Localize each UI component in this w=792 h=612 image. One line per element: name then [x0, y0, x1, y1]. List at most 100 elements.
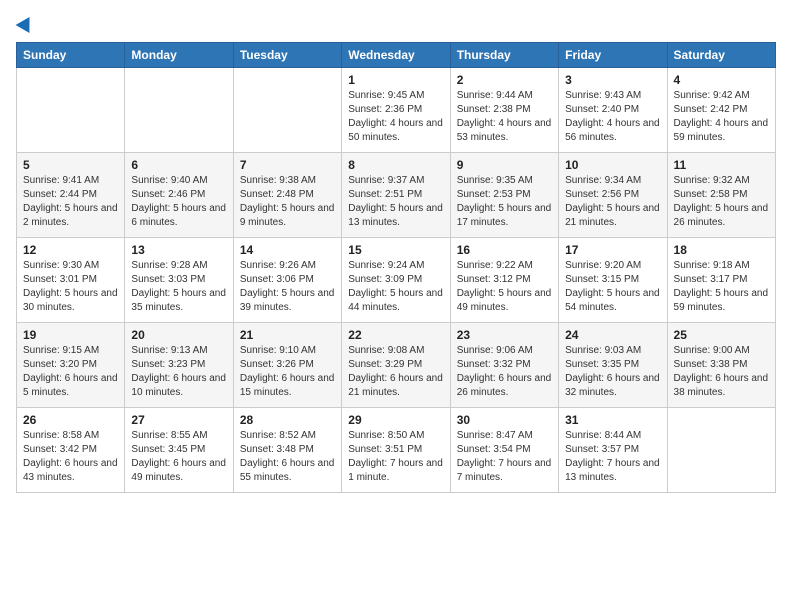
calendar-cell: 16 Sunrise: 9:22 AM Sunset: 3:12 PM Dayli… — [450, 238, 558, 323]
day-number: 2 — [457, 73, 552, 87]
day-info: Sunrise: 9:28 AM Sunset: 3:03 PM Dayligh… — [131, 259, 226, 315]
calendar-week-row: 12 Sunrise: 9:30 AM Sunset: 3:01 PM Dayli… — [17, 238, 776, 323]
day-info: Sunrise: 9:24 AM Sunset: 3:09 PM Dayligh… — [348, 259, 443, 315]
calendar-cell: 5 Sunrise: 9:41 AM Sunset: 2:44 PM Daylig… — [17, 153, 125, 238]
calendar-cell: 28 Sunrise: 8:52 AM Sunset: 3:48 PM Dayli… — [233, 408, 341, 493]
weekday-header-thursday: Thursday — [450, 43, 558, 68]
day-info: Sunrise: 9:20 AM Sunset: 3:15 PM Dayligh… — [565, 259, 660, 315]
day-info: Sunrise: 8:47 AM Sunset: 3:54 PM Dayligh… — [457, 429, 552, 485]
calendar-cell: 22 Sunrise: 9:08 AM Sunset: 3:29 PM Dayli… — [342, 323, 450, 408]
calendar-cell: 14 Sunrise: 9:26 AM Sunset: 3:06 PM Dayli… — [233, 238, 341, 323]
calendar-cell — [125, 68, 233, 153]
calendar-week-row: 5 Sunrise: 9:41 AM Sunset: 2:44 PM Daylig… — [17, 153, 776, 238]
day-info: Sunrise: 9:30 AM Sunset: 3:01 PM Dayligh… — [23, 259, 118, 315]
day-number: 30 — [457, 413, 552, 427]
day-info: Sunrise: 9:38 AM Sunset: 2:48 PM Dayligh… — [240, 174, 335, 230]
day-info: Sunrise: 9:41 AM Sunset: 2:44 PM Dayligh… — [23, 174, 118, 230]
calendar-cell — [667, 408, 775, 493]
calendar-cell: 6Sunrise: 9:40 AM Sunset: 2:46 PM Daylig… — [125, 153, 233, 238]
day-number: 28 — [240, 413, 335, 427]
day-number: 20 — [131, 328, 226, 342]
day-info: Sunrise: 9:10 AM Sunset: 3:26 PM Dayligh… — [240, 344, 335, 400]
day-info: Sunrise: 9:44 AM Sunset: 2:38 PM Dayligh… — [457, 89, 552, 145]
day-info: Sunrise: 9:32 AM Sunset: 2:58 PM Dayligh… — [674, 174, 769, 230]
day-number: 16 — [457, 243, 552, 257]
calendar-week-row: 26 Sunrise: 8:58 AM Sunset: 3:42 PM Dayli… — [17, 408, 776, 493]
day-number: 6 — [131, 158, 226, 172]
calendar-cell: 11 Sunrise: 9:32 AM Sunset: 2:58 PM Dayli… — [667, 153, 775, 238]
day-info: Sunrise: 9:35 AM Sunset: 2:53 PM Dayligh… — [457, 174, 552, 230]
day-number: 4 — [674, 73, 769, 87]
day-number: 25 — [674, 328, 769, 342]
day-number: 24 — [565, 328, 660, 342]
weekday-header-monday: Monday — [125, 43, 233, 68]
weekday-header-tuesday: Tuesday — [233, 43, 341, 68]
calendar-cell: 23Sunrise: 9:06 AM Sunset: 3:32 PM Dayli… — [450, 323, 558, 408]
calendar-cell: 25 Sunrise: 9:00 AM Sunset: 3:38 PM Dayli… — [667, 323, 775, 408]
day-number: 29 — [348, 413, 443, 427]
calendar-table: SundayMondayTuesdayWednesdayThursdayFrid… — [16, 42, 776, 493]
calendar-cell: 10Sunrise: 9:34 AM Sunset: 2:56 PM Dayli… — [559, 153, 667, 238]
calendar-cell: 21Sunrise: 9:10 AM Sunset: 3:26 PM Dayli… — [233, 323, 341, 408]
calendar-cell: 2 Sunrise: 9:44 AM Sunset: 2:38 PM Daylig… — [450, 68, 558, 153]
day-info: Sunrise: 8:55 AM Sunset: 3:45 PM Dayligh… — [131, 429, 226, 485]
calendar-cell: 4Sunrise: 9:42 AM Sunset: 2:42 PM Daylig… — [667, 68, 775, 153]
calendar-cell: 15 Sunrise: 9:24 AM Sunset: 3:09 PM Dayli… — [342, 238, 450, 323]
logo — [16, 16, 34, 30]
calendar-cell: 13 Sunrise: 9:28 AM Sunset: 3:03 PM Dayli… — [125, 238, 233, 323]
calendar-cell — [17, 68, 125, 153]
calendar-header-row: SundayMondayTuesdayWednesdayThursdayFrid… — [17, 43, 776, 68]
day-info: Sunrise: 9:13 AM Sunset: 3:23 PM Dayligh… — [131, 344, 226, 400]
day-info: Sunrise: 9:03 AM Sunset: 3:35 PM Dayligh… — [565, 344, 660, 400]
day-info: Sunrise: 8:58 AM Sunset: 3:42 PM Dayligh… — [23, 429, 118, 485]
calendar-cell: 1 Sunrise: 9:45 AM Sunset: 2:36 PM Daylig… — [342, 68, 450, 153]
day-number: 8 — [348, 158, 443, 172]
logo-icon — [16, 13, 37, 33]
calendar-cell: 26 Sunrise: 8:58 AM Sunset: 3:42 PM Dayli… — [17, 408, 125, 493]
day-number: 13 — [131, 243, 226, 257]
day-number: 22 — [348, 328, 443, 342]
day-number: 7 — [240, 158, 335, 172]
day-number: 9 — [457, 158, 552, 172]
calendar-cell: 29 Sunrise: 8:50 AM Sunset: 3:51 PM Dayli… — [342, 408, 450, 493]
day-info: Sunrise: 9:00 AM Sunset: 3:38 PM Dayligh… — [674, 344, 769, 400]
calendar-cell: 30 Sunrise: 8:47 AM Sunset: 3:54 PM Dayli… — [450, 408, 558, 493]
day-info: Sunrise: 9:22 AM Sunset: 3:12 PM Dayligh… — [457, 259, 552, 315]
day-number: 19 — [23, 328, 118, 342]
calendar-cell: 17Sunrise: 9:20 AM Sunset: 3:15 PM Dayli… — [559, 238, 667, 323]
day-info: Sunrise: 8:44 AM Sunset: 3:57 PM Dayligh… — [565, 429, 660, 485]
calendar-cell — [233, 68, 341, 153]
weekday-header-sunday: Sunday — [17, 43, 125, 68]
calendar-cell: 18 Sunrise: 9:18 AM Sunset: 3:17 PM Dayli… — [667, 238, 775, 323]
day-number: 26 — [23, 413, 118, 427]
day-info: Sunrise: 8:52 AM Sunset: 3:48 PM Dayligh… — [240, 429, 335, 485]
day-number: 14 — [240, 243, 335, 257]
day-info: Sunrise: 9:08 AM Sunset: 3:29 PM Dayligh… — [348, 344, 443, 400]
day-number: 10 — [565, 158, 660, 172]
calendar-week-row: 1 Sunrise: 9:45 AM Sunset: 2:36 PM Daylig… — [17, 68, 776, 153]
day-number: 1 — [348, 73, 443, 87]
calendar-cell: 9 Sunrise: 9:35 AM Sunset: 2:53 PM Daylig… — [450, 153, 558, 238]
day-info: Sunrise: 9:26 AM Sunset: 3:06 PM Dayligh… — [240, 259, 335, 315]
day-number: 27 — [131, 413, 226, 427]
day-number: 11 — [674, 158, 769, 172]
calendar-cell: 20 Sunrise: 9:13 AM Sunset: 3:23 PM Dayli… — [125, 323, 233, 408]
day-info: Sunrise: 9:18 AM Sunset: 3:17 PM Dayligh… — [674, 259, 769, 315]
day-number: 12 — [23, 243, 118, 257]
calendar-cell: 27 Sunrise: 8:55 AM Sunset: 3:45 PM Dayli… — [125, 408, 233, 493]
calendar-week-row: 19Sunrise: 9:15 AM Sunset: 3:20 PM Dayli… — [17, 323, 776, 408]
day-info: Sunrise: 9:45 AM Sunset: 2:36 PM Dayligh… — [348, 89, 443, 145]
day-number: 31 — [565, 413, 660, 427]
day-info: Sunrise: 8:50 AM Sunset: 3:51 PM Dayligh… — [348, 429, 443, 485]
weekday-header-friday: Friday — [559, 43, 667, 68]
day-number: 15 — [348, 243, 443, 257]
day-info: Sunrise: 9:37 AM Sunset: 2:51 PM Dayligh… — [348, 174, 443, 230]
day-number: 18 — [674, 243, 769, 257]
day-number: 23 — [457, 328, 552, 342]
calendar-cell: 12 Sunrise: 9:30 AM Sunset: 3:01 PM Dayli… — [17, 238, 125, 323]
calendar-cell: 19Sunrise: 9:15 AM Sunset: 3:20 PM Dayli… — [17, 323, 125, 408]
page-header — [16, 16, 776, 30]
day-number: 5 — [23, 158, 118, 172]
calendar-cell: 31 Sunrise: 8:44 AM Sunset: 3:57 PM Dayli… — [559, 408, 667, 493]
calendar-cell: 3Sunrise: 9:43 AM Sunset: 2:40 PM Daylig… — [559, 68, 667, 153]
